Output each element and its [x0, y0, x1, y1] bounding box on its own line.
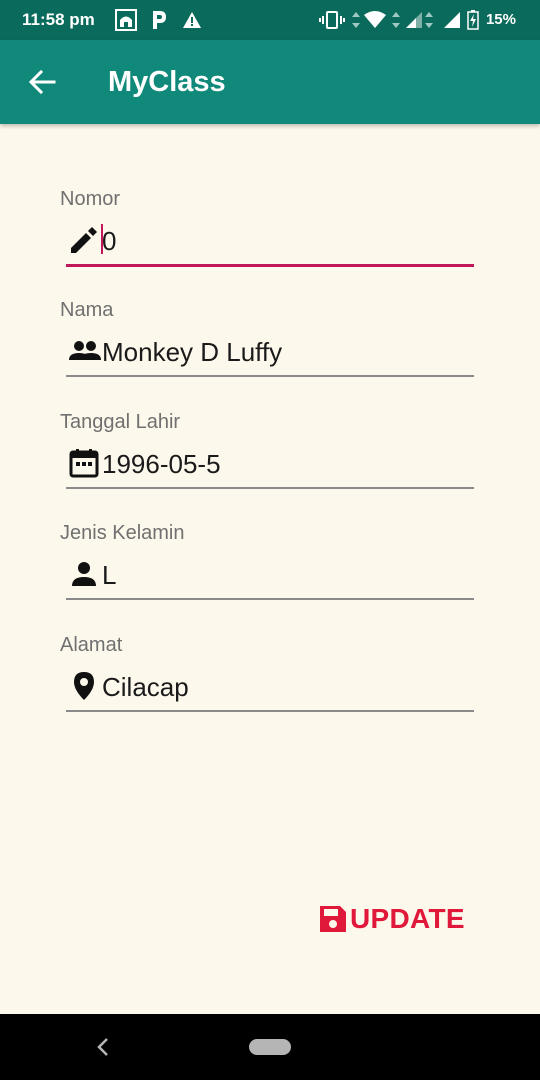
arrow-back-icon[interactable] — [26, 68, 58, 96]
nama-input[interactable]: Monkey D Luffy — [66, 329, 474, 377]
location-pin-icon — [68, 670, 100, 702]
nama-value: Monkey D Luffy — [102, 337, 283, 367]
update-button[interactable]: UPDATE — [318, 900, 465, 938]
jenis-kelamin-input[interactable]: L — [66, 552, 474, 600]
app-title: MyClass — [108, 66, 226, 98]
data-arrows-icon — [350, 9, 362, 31]
signal-icon-2 — [442, 9, 462, 31]
update-label: UPDATE — [350, 903, 465, 934]
jenis-kelamin-value: L — [102, 560, 117, 590]
vibrate-icon — [318, 9, 346, 31]
alamat-value: Cilacap — [102, 672, 189, 702]
nomor-input[interactable]: 0 — [66, 218, 474, 267]
nomor-value: 0 — [102, 226, 117, 256]
nomor-label: Nomor — [60, 188, 121, 210]
signal-arrows-icon — [424, 9, 434, 31]
system-nav-bar — [0, 1014, 540, 1080]
app-bar: MyClass — [0, 40, 540, 124]
alamat-label: Alamat — [60, 634, 123, 656]
alamat-input[interactable]: Cilacap — [66, 664, 474, 712]
calendar-icon — [68, 447, 100, 479]
mosque-notification-icon — [114, 9, 138, 31]
tanggal-lahir-label: Tanggal Lahir — [60, 411, 181, 433]
status-bar: 11:58 pm 15% — [0, 0, 540, 40]
group-icon — [68, 335, 101, 367]
wifi-arrows-icon — [390, 9, 402, 31]
battery-percent: 15% — [485, 11, 516, 28]
signal-icon-1 — [404, 9, 424, 31]
status-time: 11:58 pm — [22, 10, 95, 29]
save-icon — [318, 904, 348, 934]
parking-notification-icon — [150, 9, 168, 31]
warning-notification-icon — [182, 9, 202, 31]
nav-home-pill[interactable] — [249, 1039, 291, 1055]
battery-icon — [466, 9, 480, 31]
tanggal-lahir-input[interactable]: 1996-05-5 — [66, 441, 474, 489]
nav-back-icon[interactable] — [94, 1036, 114, 1058]
pencil-icon — [68, 224, 100, 256]
wifi-icon — [362, 9, 388, 31]
person-icon — [68, 558, 100, 590]
nama-label: Nama — [60, 299, 114, 321]
jenis-kelamin-label: Jenis Kelamin — [60, 522, 185, 544]
tanggal-lahir-value: 1996-05-5 — [102, 449, 221, 479]
